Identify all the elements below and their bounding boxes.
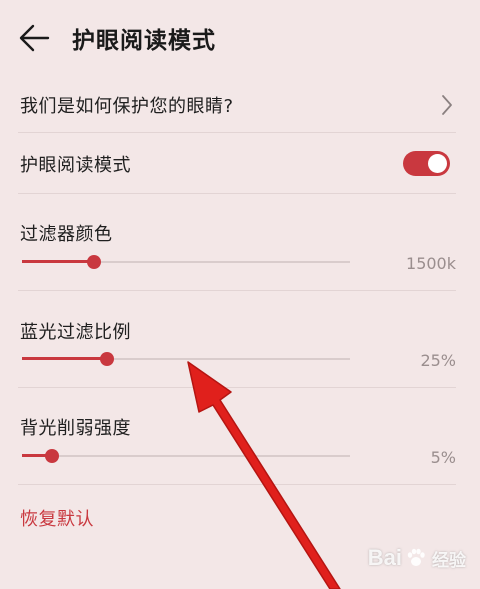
watermark-logo-text: Bai <box>367 545 402 570</box>
backlight-dimming-row: 背光削弱强度 5% <box>0 388 480 484</box>
eye-comfort-toggle-label: 护眼阅读模式 <box>20 155 131 176</box>
filter-color-value: 1500k <box>406 254 456 273</box>
watermark: Bai 经验 <box>368 541 466 575</box>
protect-eyes-info-row[interactable]: 我们是如何保护您的眼睛? <box>0 78 480 132</box>
blue-light-filter-row: 蓝光过滤比例 25% <box>0 291 480 387</box>
eye-comfort-toggle-row: 护眼阅读模式 <box>0 133 480 193</box>
slider-fill <box>22 357 108 360</box>
slider-fill <box>22 260 95 263</box>
divider <box>18 484 456 485</box>
chevron-right-icon <box>442 95 452 115</box>
slider-thumb[interactable] <box>44 449 59 463</box>
eye-comfort-settings-screen: 护眼阅读模式 我们是如何保护您的眼睛? 护眼阅读模式 过滤器颜色 1500k 蓝… <box>0 0 480 589</box>
backlight-dimming-slider[interactable] <box>22 446 350 466</box>
watermark-suffix: 经验 <box>432 550 466 570</box>
app-header: 护眼阅读模式 <box>0 14 480 64</box>
slider-thumb[interactable] <box>87 255 102 269</box>
filter-color-label: 过滤器颜色 <box>20 224 113 245</box>
filter-color-row: 过滤器颜色 1500k <box>0 194 480 290</box>
slider-thumb[interactable] <box>100 352 115 366</box>
backlight-dimming-label: 背光削弱强度 <box>20 418 131 439</box>
protect-eyes-info-label: 我们是如何保护您的眼睛? <box>20 96 234 117</box>
blue-light-filter-slider[interactable] <box>22 349 350 369</box>
blue-light-filter-value: 25% <box>420 351 456 370</box>
blue-light-filter-label: 蓝光过滤比例 <box>20 322 131 343</box>
back-button[interactable] <box>14 20 54 56</box>
page-title: 护眼阅读模式 <box>72 28 216 54</box>
toggle-knob <box>428 154 447 173</box>
paw-icon <box>407 548 425 566</box>
backlight-dimming-value: 5% <box>430 448 456 467</box>
restore-defaults-button[interactable]: 恢复默认 <box>20 505 94 531</box>
eye-comfort-toggle-switch[interactable] <box>403 151 450 176</box>
slider-track <box>22 455 350 457</box>
filter-color-slider[interactable] <box>22 252 350 272</box>
back-arrow-icon <box>19 24 50 52</box>
